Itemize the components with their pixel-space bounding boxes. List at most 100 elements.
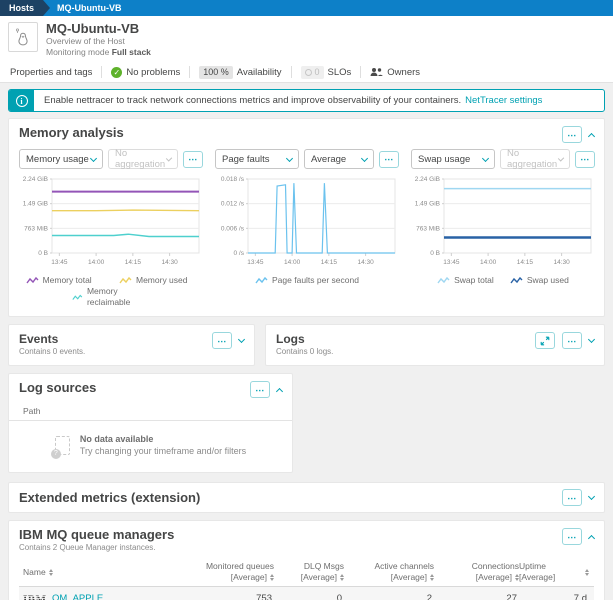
open-fullscreen-button[interactable] <box>535 332 555 349</box>
breadcrumb-hosts[interactable]: Hosts <box>0 0 43 16</box>
svg-text:13:45: 13:45 <box>443 259 460 266</box>
mq-title: IBM MQ queue managers <box>19 528 174 542</box>
problems-label: No problems <box>126 67 180 78</box>
svg-text:13:45: 13:45 <box>247 259 264 266</box>
legend-item: Memory reclaimable <box>72 286 149 308</box>
more-options-button[interactable]: ⋯ <box>212 332 232 349</box>
availability-status[interactable]: 100 % Availability <box>190 66 290 79</box>
svg-text:14:00: 14:00 <box>284 259 301 266</box>
metric-select[interactable]: Memory usage <box>19 149 103 169</box>
events-subtitle: Contains 0 events. <box>19 347 85 357</box>
series-line-icon <box>510 276 523 285</box>
owners[interactable]: Owners <box>361 67 429 78</box>
chevron-down-icon <box>90 154 97 161</box>
expand-chevron-icon[interactable] <box>238 336 245 343</box>
top-navigation-bar: Hosts MQ-Ubuntu-VB <box>0 0 613 16</box>
slo-icon <box>305 69 312 76</box>
linux-host-icon <box>14 27 32 47</box>
chevron-down-icon <box>286 154 293 161</box>
svg-text:IBM: IBM <box>23 594 46 600</box>
svg-text:0 B: 0 B <box>430 250 440 257</box>
more-options-button[interactable]: ⋯ <box>379 151 399 168</box>
no-data-empty-state: No data available Try changing your time… <box>9 421 292 457</box>
log-sources-card: Log sources ⋯ Path No data available Try… <box>8 373 293 473</box>
more-options-button[interactable]: ⋯ <box>562 126 582 143</box>
monitoring-mode-value: Full stack <box>112 47 151 57</box>
svg-text:14:30: 14:30 <box>357 259 374 266</box>
legend-item: Memory total <box>26 275 103 286</box>
more-options-button[interactable]: ⋯ <box>250 381 270 398</box>
memory-usage-chart: 2.24 GiB1.49 GiB763 MiB0 B13:4514:0014:1… <box>19 174 203 273</box>
table-row: IBMQM_APPLE75302277 d <box>19 587 594 600</box>
svg-text:763 MiB: 763 MiB <box>416 225 440 232</box>
logs-card: Logs Contains 0 logs. ⋯ <box>265 324 605 366</box>
collapse-chevron-icon[interactable] <box>588 132 595 139</box>
properties-and-tags[interactable]: Properties and tags <box>10 67 101 78</box>
svg-text:14:00: 14:00 <box>88 259 105 266</box>
more-options-button[interactable]: ⋯ <box>562 528 582 545</box>
aggregation-select[interactable]: Average <box>304 149 374 169</box>
sort-icon[interactable] <box>585 569 589 576</box>
slo-status[interactable]: 0 SLOs <box>292 66 361 79</box>
breadcrumb-current-host[interactable]: MQ-Ubuntu-VB <box>43 0 127 16</box>
memory-analysis-title: Memory analysis <box>19 126 124 140</box>
mq-table-body: IBMQM_APPLE75302277 dIBMQM_ORANGE1806317… <box>19 587 594 600</box>
nettracer-banner: i Enable nettracer to track network conn… <box>8 89 605 112</box>
problems-status[interactable]: ✓ No problems <box>102 67 189 78</box>
swap-usage-chart: 2.24 GiB1.49 GiB763 MiB0 B13:4514:0014:1… <box>411 174 595 273</box>
empty-state-hint: Try changing your timeframe and/or filte… <box>80 445 246 457</box>
column-header[interactable]: Active channels[Average] <box>344 561 434 583</box>
extended-metrics-title: Extended metrics (extension) <box>19 491 200 505</box>
column-header[interactable]: Connections[Average] <box>434 561 519 583</box>
more-options-button[interactable]: ⋯ <box>562 332 582 349</box>
page-faults-controls: Page faults Average ⋯ <box>215 149 399 169</box>
legend-item: Swap used <box>510 275 569 286</box>
empty-state-title: No data available <box>80 433 246 445</box>
expand-chevron-icon[interactable] <box>588 493 595 500</box>
more-options-button[interactable]: ⋯ <box>562 489 582 506</box>
expand-chevron-icon[interactable] <box>588 336 595 343</box>
collapse-chevron-icon[interactable] <box>276 387 283 394</box>
more-options-button[interactable]: ⋯ <box>575 151 595 168</box>
metric-select[interactable]: Page faults <box>215 149 299 169</box>
metric-select-value: Memory usage <box>26 154 89 165</box>
column-header[interactable]: Uptime [Average] <box>519 561 589 583</box>
svg-text:14:15: 14:15 <box>125 259 142 266</box>
owners-label: Owners <box>387 67 420 78</box>
availability-label: Availability <box>237 67 282 78</box>
slo-label: SLOs <box>328 67 352 78</box>
sort-icon[interactable] <box>49 569 53 576</box>
check-icon: ✓ <box>111 67 122 78</box>
table-cell: 2 <box>344 593 434 600</box>
logs-title: Logs <box>276 332 333 346</box>
series-line-icon <box>26 276 39 285</box>
swap-usage-controls: Swap usage No aggregation ⋯ <box>411 149 595 169</box>
memory-analysis-card: Memory analysis ⋯ Memory usage No aggreg… <box>8 118 605 317</box>
table-cell: 7 d <box>519 593 589 600</box>
svg-text:763 MiB: 763 MiB <box>24 225 48 232</box>
memory-usage-legend: Memory totalMemory usedMemory reclaimabl… <box>19 273 203 314</box>
column-header[interactable]: Name <box>19 567 169 578</box>
empty-document-icon <box>55 436 70 455</box>
events-card: Events Contains 0 events. ⋯ <box>8 324 255 366</box>
series-line-icon <box>119 276 132 285</box>
svg-text:1.49 GiB: 1.49 GiB <box>23 201 48 208</box>
svg-text:14:15: 14:15 <box>517 259 534 266</box>
svg-text:0 B: 0 B <box>38 250 48 257</box>
table-cell: 753 <box>169 593 274 600</box>
nettracer-settings-link[interactable]: NetTracer settings <box>465 95 542 106</box>
svg-text:14:30: 14:30 <box>553 259 570 266</box>
column-header[interactable]: Monitored queues[Average] <box>169 561 274 583</box>
extended-metrics-card: Extended metrics (extension) ⋯ <box>8 482 605 513</box>
memory-usage-controls: Memory usage No aggregation ⋯ <box>19 149 203 169</box>
banner-text: Enable nettracer to track network connec… <box>44 95 461 106</box>
queue-manager-link[interactable]: QM_APPLE <box>52 593 103 600</box>
more-options-button[interactable]: ⋯ <box>183 151 203 168</box>
svg-text:0.018 /s: 0.018 /s <box>221 176 245 183</box>
collapse-chevron-icon[interactable] <box>588 534 595 541</box>
column-header[interactable]: DLQ Msgs[Average] <box>274 561 344 583</box>
log-sources-title: Log sources <box>19 381 96 395</box>
owners-icon <box>370 67 383 77</box>
metric-select[interactable]: Swap usage <box>411 149 495 169</box>
monitoring-mode: Monitoring mode Full stack <box>46 47 151 58</box>
